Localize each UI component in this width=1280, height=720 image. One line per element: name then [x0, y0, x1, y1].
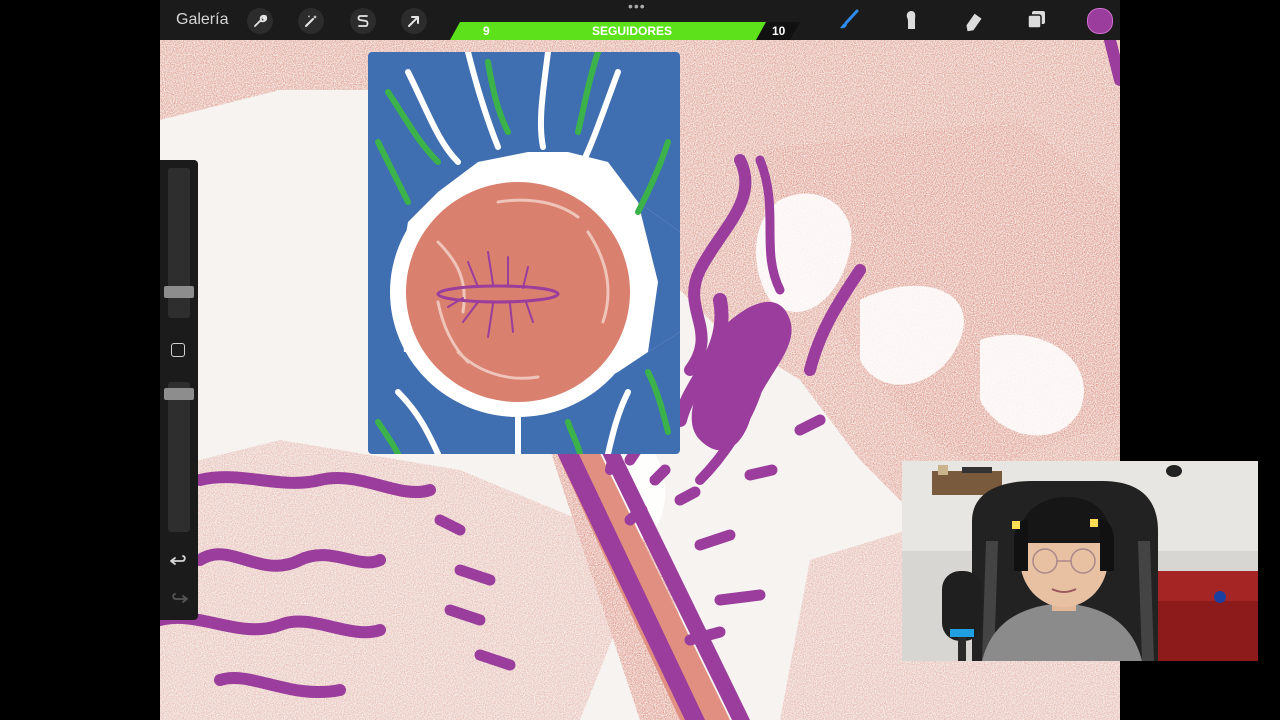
brush-opacity-slider[interactable] [168, 382, 190, 532]
followers-goal-bar: 9 SEGUIDORES 10 [450, 22, 800, 40]
color-picker-button[interactable] [1087, 8, 1113, 34]
goal-current: 9 [483, 24, 490, 38]
eraser-icon[interactable] [960, 6, 988, 34]
undo-icon[interactable] [169, 550, 189, 570]
goal-title: SEGUIDORES [592, 24, 673, 38]
ellipsis-icon[interactable]: ••• [628, 0, 646, 13]
redo-icon[interactable] [169, 588, 189, 608]
smudge-icon[interactable] [897, 6, 925, 34]
webcam-feed [902, 461, 1258, 661]
brush-opacity-handle[interactable] [164, 388, 194, 400]
goal-target: 10 [772, 24, 786, 38]
brush-size-handle[interactable] [164, 286, 194, 298]
arrow-cursor-icon[interactable] [401, 8, 427, 34]
magic-wand-icon[interactable] [298, 8, 324, 34]
layers-icon[interactable] [1022, 6, 1050, 34]
gallery-button[interactable]: Galería [176, 10, 228, 30]
brush-sidebar [160, 160, 198, 620]
reference-artwork [368, 52, 680, 454]
brush-icon[interactable] [835, 6, 863, 34]
wrench-icon[interactable] [247, 8, 273, 34]
square-icon[interactable] [171, 343, 185, 357]
reference-image[interactable] [368, 52, 680, 454]
webcam-overlay [902, 461, 1258, 661]
selection-s-icon[interactable] [350, 8, 376, 34]
